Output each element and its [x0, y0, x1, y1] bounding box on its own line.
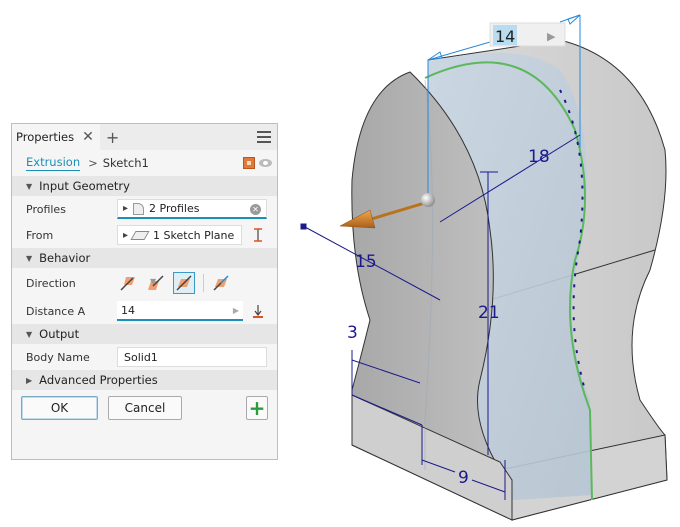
dimension-15[interactable]: 15 [355, 252, 377, 272]
distance-input-box[interactable]: 14 ▶ [489, 22, 566, 47]
caret-down-icon: ▼ [26, 181, 33, 191]
section-advanced-properties[interactable]: ▶ Advanced Properties [12, 370, 277, 390]
apply-and-new-button[interactable]: + [246, 396, 268, 420]
section-title: Advanced Properties [39, 373, 158, 387]
profile-icon [133, 202, 145, 215]
direction-label: Direction [26, 276, 76, 290]
distance-input-value[interactable]: 14 [495, 27, 515, 46]
sketch-plane-icon [130, 230, 150, 240]
eye-icon[interactable] [259, 159, 272, 167]
dimension-9[interactable]: 9 [458, 468, 469, 488]
flip-distance-icon[interactable] [253, 304, 263, 318]
cancel-button[interactable]: Cancel [108, 396, 182, 420]
direction-divider [203, 274, 204, 292]
distance-a-value: 14 [121, 303, 135, 317]
direction-default-button[interactable] [117, 272, 139, 294]
tab-properties[interactable]: Properties ✕ [12, 124, 100, 150]
body-name-input[interactable]: Solid1 [117, 347, 267, 367]
direction-buttons [117, 272, 238, 294]
close-icon[interactable]: ✕ [82, 129, 94, 145]
from-label: From [26, 228, 54, 242]
direction-more-dropdown-icon[interactable]: ▼ [150, 277, 156, 286]
tab-properties-label: Properties [16, 130, 75, 144]
section-title: Output [39, 327, 80, 341]
caret-down-icon: ▼ [26, 329, 33, 339]
dimension-handle [300, 223, 307, 230]
direction-symmetric-button[interactable] [173, 272, 195, 294]
from-row: From ▸ 1 Sketch Plane [12, 222, 277, 248]
section-title: Input Geometry [39, 179, 130, 193]
extrude-feature-icon[interactable] [243, 157, 255, 169]
section-output[interactable]: ▼ Output [12, 324, 277, 344]
caret-down-icon: ▼ [26, 253, 33, 263]
dimension-21[interactable]: 21 [478, 303, 500, 323]
dimension-18[interactable]: 18 [528, 147, 550, 167]
arrow-handle-sphere [421, 193, 435, 207]
breadcrumb-separator: > [88, 156, 98, 170]
caret-right-icon: ▶ [26, 375, 33, 385]
direction-default-icon [120, 277, 135, 291]
distance-input-arrow[interactable]: ▶ [547, 30, 556, 43]
profiles-value: 2 Profiles [149, 202, 200, 215]
plus-icon: + [248, 396, 266, 420]
body-name-value: Solid1 [124, 350, 158, 364]
direction-symmetric-icon [176, 275, 192, 291]
panel-tab-bar: Properties ✕ + [12, 124, 277, 150]
from-selector[interactable]: ▸ 1 Sketch Plane [117, 225, 242, 245]
section-behavior[interactable]: ▼ Behavior [12, 248, 277, 268]
section-title: Behavior [39, 251, 91, 265]
offset-icon[interactable] [253, 228, 263, 242]
distance-menu-arrow-icon[interactable]: ▶ [233, 306, 239, 315]
select-cursor-icon: ▸ [123, 203, 129, 214]
section-input-geometry[interactable]: ▼ Input Geometry [12, 176, 277, 196]
hamburger-menu-icon[interactable] [257, 131, 271, 143]
dimension-3[interactable]: 3 [347, 323, 358, 343]
breadcrumb-extrusion[interactable]: Extrusion [26, 155, 81, 171]
add-tab-icon[interactable]: + [106, 128, 119, 147]
direction-asymmetric-button[interactable] [210, 272, 232, 294]
from-value: 1 Sketch Plane [153, 228, 235, 242]
distance-a-input[interactable]: 14 ▶ [117, 301, 243, 321]
select-cursor-icon: ▸ [123, 229, 129, 241]
distance-label: Distance A [26, 304, 86, 318]
direction-asymmetric-icon [213, 275, 229, 291]
profiles-selector[interactable]: ▸ 2 Profiles ✕ [117, 199, 267, 219]
direction-row: Direction ▼ [12, 268, 277, 298]
profiles-label: Profiles [26, 202, 66, 216]
distance-row: Distance A 14 ▶ [12, 298, 277, 324]
breadcrumb: Extrusion > Sketch1 [12, 150, 277, 176]
clear-selection-icon[interactable]: ✕ [250, 204, 261, 215]
breadcrumb-sketch[interactable]: Sketch1 [103, 156, 149, 170]
ok-button[interactable]: OK [21, 396, 98, 420]
body-name-label: Body Name [26, 350, 90, 364]
panel-footer: OK Cancel + [12, 390, 277, 426]
profiles-row: Profiles ▸ 2 Profiles ✕ [12, 196, 277, 222]
body-name-row: Body Name Solid1 [12, 344, 277, 370]
properties-panel: Properties ✕ + Extrusion > Sketch1 ▼ Inp… [11, 123, 278, 460]
